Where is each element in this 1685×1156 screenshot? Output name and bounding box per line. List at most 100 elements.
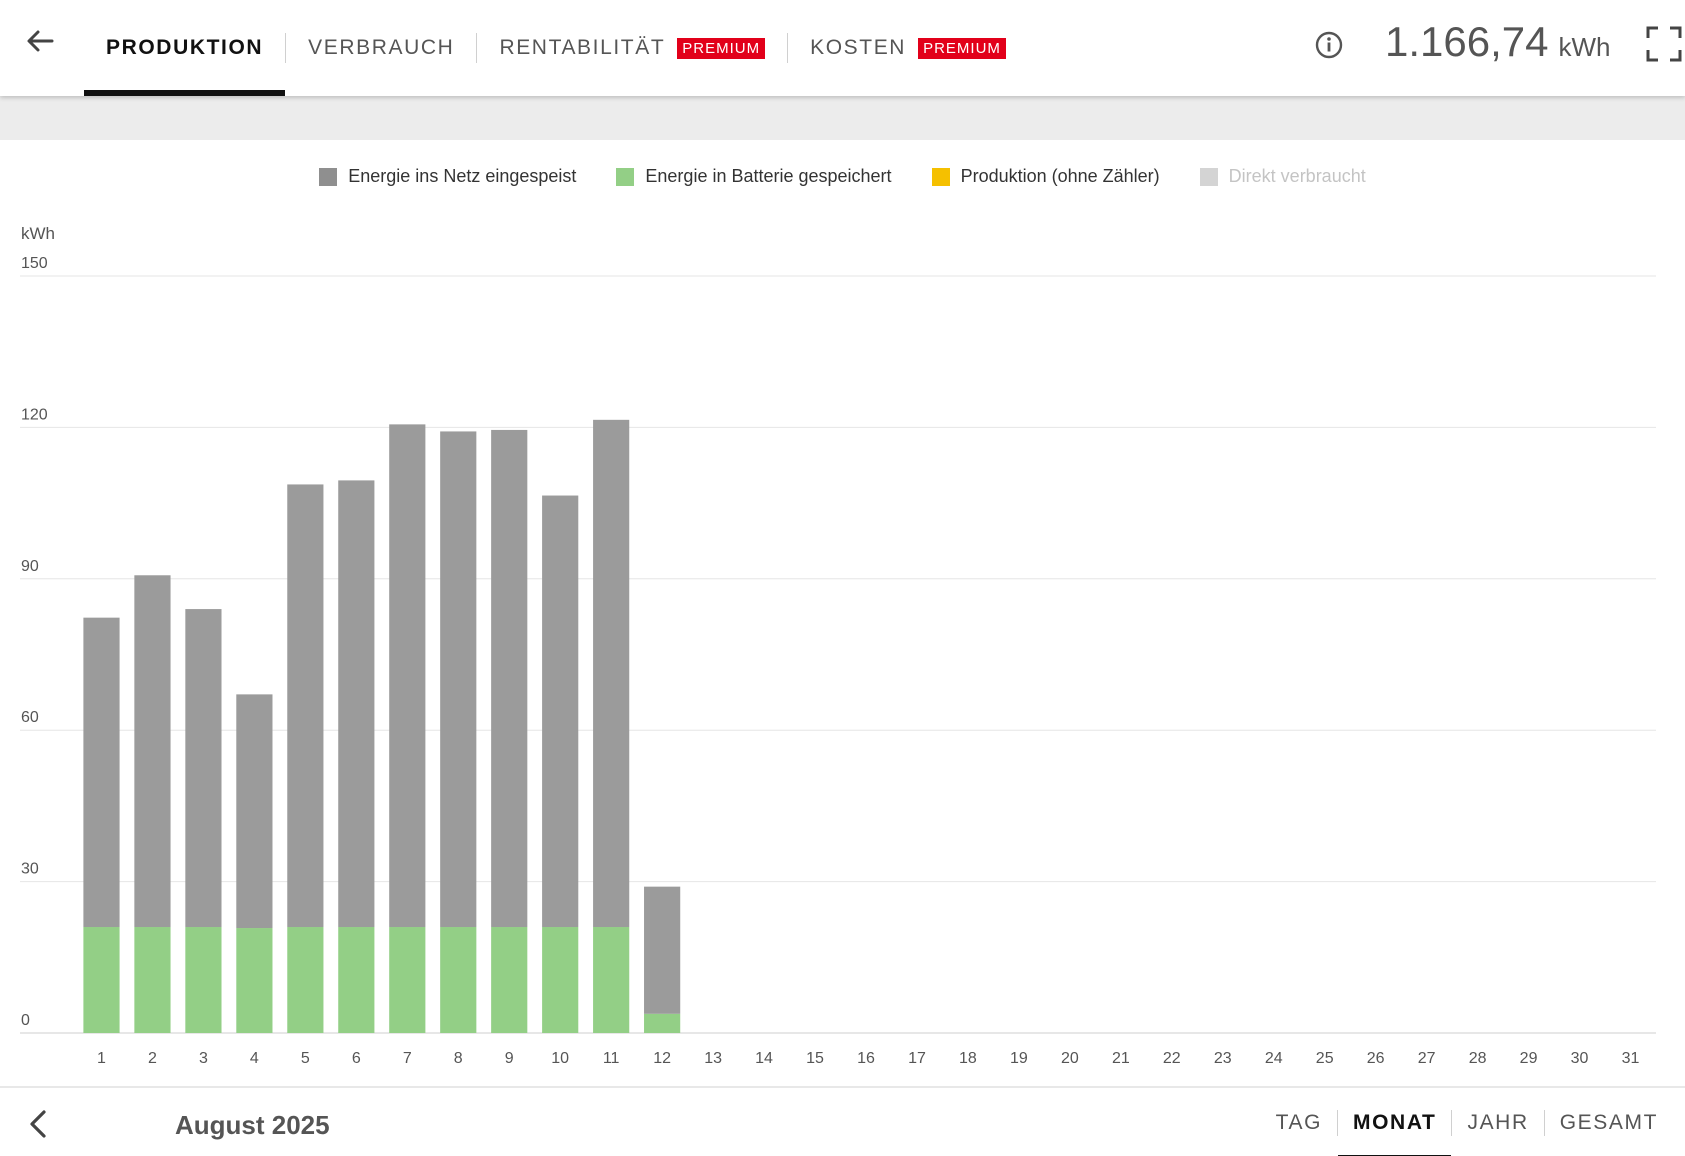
x-tick-label: 22	[1163, 1050, 1181, 1067]
top-bar: PRODUKTION VERBRAUCH RENTABILITÄT PREMIU…	[0, 0, 1685, 96]
bar-segment-battery	[593, 927, 630, 1033]
x-tick-label: 6	[352, 1050, 361, 1067]
bar-segment-grid-feed	[491, 429, 528, 928]
bar-segment-battery	[389, 927, 426, 1033]
legend-swatch	[931, 167, 950, 186]
bar-segment-grid-feed	[287, 484, 324, 928]
x-tick-label: 28	[1469, 1050, 1487, 1067]
bar-segment-battery	[491, 927, 528, 1033]
period-tab-gesamt[interactable]: GESAMT	[1545, 1088, 1673, 1156]
view-tabs: PRODUKTION VERBRAUCH RENTABILITÄT PREMIU…	[84, 0, 1028, 96]
bar-segment-grid-feed	[440, 431, 477, 928]
x-tick-label: 5	[301, 1050, 310, 1067]
tab-rentabilitaet[interactable]: RENTABILITÄT PREMIUM	[477, 0, 787, 96]
bar-segment-grid-feed	[185, 609, 222, 928]
tab-produktion[interactable]: PRODUKTION	[84, 0, 286, 96]
x-tick-label: 3	[199, 1050, 208, 1067]
info-icon[interactable]	[1313, 29, 1345, 61]
y-tick-label: 30	[21, 861, 39, 878]
legend-swatch	[1199, 167, 1218, 186]
tab-label: PRODUKTION	[106, 36, 264, 59]
period-tab-monat[interactable]: MONAT	[1338, 1088, 1452, 1156]
x-tick-label: 25	[1316, 1050, 1334, 1067]
chart-legend: Energie ins Netz eingespeist Energie in …	[0, 166, 1685, 187]
premium-badge: PREMIUM	[918, 37, 1006, 59]
bar-segment-grid-feed	[338, 480, 375, 928]
y-tick-label: 60	[21, 709, 39, 726]
x-tick-label: 18	[959, 1050, 977, 1067]
legend-swatch	[616, 167, 635, 186]
x-tick-label: 9	[505, 1050, 514, 1067]
legend-label: Energie in Batterie gespeichert	[645, 166, 892, 186]
bar-segment-grid-feed	[542, 495, 579, 928]
y-tick-label: 0	[21, 1012, 30, 1029]
period-title: August 2025	[175, 1110, 330, 1140]
total-production: 1.166,74 kWh	[1385, 18, 1611, 74]
x-tick-label: 23	[1214, 1050, 1232, 1067]
x-tick-label: 7	[403, 1050, 412, 1067]
legend-item-battery[interactable]: Energie in Batterie gespeichert	[616, 166, 892, 187]
production-chart: kWh 0 30 60 90 120 150 1 2 3 4 5 6 7 8 9 10 11 12 13 14 15 16…	[0, 216, 1685, 1096]
total-unit: kWh	[1558, 32, 1611, 62]
x-tick-label: 21	[1112, 1050, 1130, 1067]
x-tick-label: 29	[1520, 1050, 1538, 1067]
tab-label: VERBRAUCH	[308, 36, 455, 59]
x-tick-label: 30	[1571, 1050, 1589, 1067]
total-value: 1.166,74	[1385, 18, 1549, 65]
legend-item-production-no-meter[interactable]: Produktion (ohne Zähler)	[931, 166, 1160, 187]
bar-segment-battery	[185, 927, 222, 1033]
period-tab-label: TAG	[1275, 1111, 1323, 1134]
legend-item-direct-consumed[interactable]: Direkt verbraucht	[1199, 166, 1366, 187]
bar-segment-battery	[83, 927, 120, 1033]
fullscreen-icon[interactable]	[1644, 24, 1684, 64]
bar-segment-grid-feed	[83, 617, 120, 928]
bar-segment-grid-feed	[593, 419, 630, 928]
bar-segment-battery	[134, 927, 171, 1033]
tab-kosten[interactable]: KOSTEN PREMIUM	[788, 0, 1028, 96]
x-tick-label: 26	[1367, 1050, 1385, 1067]
back-arrow-icon[interactable]	[20, 22, 60, 62]
bar-segment-grid-feed	[236, 694, 273, 929]
bar-segment-grid-feed	[134, 575, 171, 928]
chart-canvas: 03060901201501 2 3 4 5 6 7 8 9 10 11 12 13 14 15 16 17 18…	[20, 255, 1656, 1067]
bar-segment-battery	[644, 1013, 681, 1033]
x-tick-label: 1	[97, 1050, 106, 1067]
legend-label: Direkt verbraucht	[1228, 166, 1366, 186]
legend-swatch	[319, 167, 338, 186]
period-tab-jahr[interactable]: JAHR	[1452, 1088, 1543, 1156]
x-tick-label: 11	[603, 1050, 620, 1067]
x-tick-label: 2	[148, 1050, 157, 1067]
x-tick-label: 15	[806, 1050, 824, 1067]
x-tick-label: 20	[1061, 1050, 1079, 1067]
tab-label: KOSTEN	[810, 36, 907, 59]
tab-label: RENTABILITÄT	[499, 36, 666, 59]
x-tick-label: 8	[454, 1050, 463, 1067]
period-tab-tag[interactable]: TAG	[1261, 1088, 1337, 1156]
bar-segment-grid-feed	[389, 424, 426, 928]
tab-verbrauch[interactable]: VERBRAUCH	[286, 0, 476, 96]
x-tick-label: 19	[1010, 1050, 1028, 1067]
y-tick-label: 90	[21, 558, 39, 575]
period-footer: August 2025 TAG MONAT JAHR GESAMT	[0, 1086, 1685, 1156]
chevron-left-icon[interactable]	[20, 1104, 56, 1144]
premium-badge: PREMIUM	[677, 37, 766, 59]
y-tick-label: 150	[21, 255, 48, 272]
x-tick-label: 17	[908, 1050, 926, 1067]
bar-segment-battery	[338, 927, 375, 1033]
x-tick-label: 24	[1265, 1050, 1283, 1067]
period-tab-label: JAHR	[1467, 1111, 1529, 1134]
bar-segment-battery	[287, 927, 324, 1033]
bar-segment-battery	[440, 927, 477, 1033]
period-tab-label: GESAMT	[1559, 1111, 1658, 1134]
period-tabs: TAG MONAT JAHR GESAMT	[1261, 1088, 1673, 1156]
x-tick-label: 13	[704, 1050, 722, 1067]
x-tick-label: 12	[653, 1050, 671, 1067]
x-tick-label: 10	[551, 1050, 569, 1067]
bar-segment-battery	[236, 928, 273, 1033]
legend-label: Produktion (ohne Zähler)	[960, 166, 1160, 186]
y-tick-label: 120	[21, 406, 48, 423]
x-tick-label: 4	[250, 1050, 259, 1067]
x-tick-label: 31	[1622, 1050, 1640, 1067]
legend-item-grid-feed[interactable]: Energie ins Netz eingespeist	[319, 166, 576, 187]
x-tick-label: 27	[1418, 1050, 1436, 1067]
